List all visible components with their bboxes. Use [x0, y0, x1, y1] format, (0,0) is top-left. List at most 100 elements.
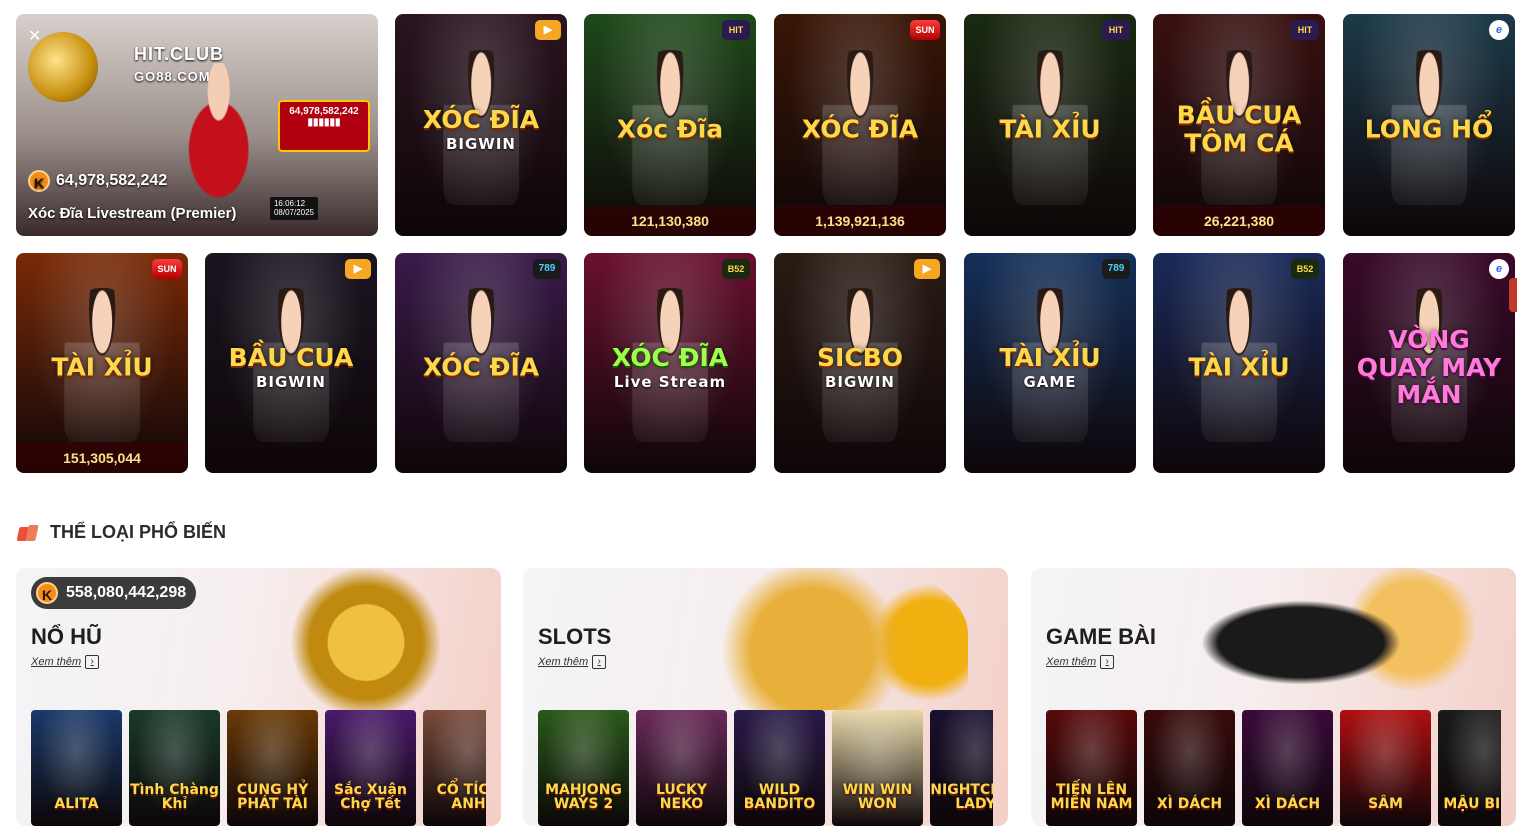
game-title: LONG HỔ [1364, 114, 1494, 144]
category-games: MAHJONG WAYS 2 LUCKY NEKO WILD BANDITO WIN … [538, 710, 993, 826]
game-card[interactable]: ▶ BẦU CUA BIGWIN [205, 253, 377, 473]
game-thumbnail-title: MẬU BINH [1443, 796, 1501, 813]
provider-badge-icon: HIT [1102, 20, 1130, 40]
live-game-title: Xóc Đĩa Livestream (Premier) [28, 205, 237, 222]
category-jackpot: K 558,080,442,298 [31, 577, 197, 609]
category-card-game-bai[interactable]: GAME BÀI Xem thêm › TIẾN LÊN MIỀN NAM XÌ D… [1031, 568, 1516, 826]
game-card[interactable]: e VÒNG QUAY MAY MẮN [1343, 253, 1515, 473]
provider-badge-icon: ▶ [535, 20, 561, 40]
category-games: ALITA Tình Chàng Khỉ CUNG HỶ PHÁT TÀI Sắc X… [31, 710, 486, 826]
provider-badge-icon: ▶ [914, 259, 940, 279]
scroll-handle[interactable] [1509, 278, 1517, 312]
category-name: SLOTS [538, 624, 612, 649]
provider-badge-icon: B52 [1291, 259, 1319, 279]
game-thumbnail-title: CUNG HỶ PHÁT TÀI [236, 781, 309, 813]
provider-badge-icon: SUN [910, 20, 940, 40]
jackpot-value: 26,221,380 [1153, 206, 1325, 236]
provider-badge-icon: HIT [1291, 20, 1319, 40]
game-title: XÓC ĐĨA Live Stream [584, 344, 756, 390]
game-subtitle: BIGWIN [255, 372, 326, 391]
coin-k-icon: K [36, 582, 58, 604]
see-more-link[interactable]: Xem thêm › [1046, 655, 1115, 669]
game-thumbnail[interactable]: NIGHTCLUB LADY [930, 710, 993, 826]
pharaoh-hero-image [271, 568, 461, 710]
provider-badge-icon: HIT [722, 20, 750, 40]
jackpot-value: 1,139,921,136 [774, 206, 946, 236]
arrow-right-icon: › [592, 655, 607, 669]
section-title: THỂ LOẠI PHỔ BIẾN [50, 522, 227, 542]
live-game-card[interactable]: ✕ HIT.CLUB GO88.COM 64,978,582,242 ▮▮▮▮▮▮ … [16, 14, 378, 236]
category-card-no-hu[interactable]: K 558,080,442,298 NỔ HŨ Xem thêm › ALITA T… [16, 568, 501, 826]
game-card[interactable]: SUN TÀI XỈU 151,305,044 [16, 253, 188, 473]
provider-badge-icon: 789 [1102, 259, 1130, 279]
cards-icon [16, 523, 40, 543]
game-thumbnail[interactable]: WIN WIN WON [832, 710, 923, 826]
game-thumbnail-title: TIẾN LÊN MIỀN NAM [1050, 781, 1133, 813]
game-thumbnail[interactable]: ALITA [31, 710, 122, 826]
game-thumbnail[interactable]: CỔ TÍCH ANH [423, 710, 486, 826]
clock-display: 16:06:12 08/07/2025 [269, 196, 318, 220]
game-card[interactable]: ▶ XÓC ĐĨA BIGWIN [395, 14, 567, 236]
game-title: XÓC ĐĨA [801, 114, 919, 144]
game-title: BẦU CUA TÔM CÁ [1176, 100, 1302, 158]
category-games: TIẾN LÊN MIỀN NAM XÌ DÁCH XÌ DÁCH SÂM MẬU BI… [1046, 710, 1501, 826]
category-jackpot-value: 558,080,442,298 [66, 584, 187, 601]
coin-k-icon: K [28, 170, 50, 192]
game-thumbnail[interactable]: XÌ DÁCH [1242, 710, 1333, 826]
game-thumbnail-title: SÂM [1368, 796, 1403, 813]
category-card-slots[interactable]: SLOTS Xem thêm › MAHJONG WAYS 2 LUCKY NEKO… [523, 568, 1008, 826]
game-card[interactable]: B52 XÓC ĐĨA Live Stream [584, 253, 756, 473]
game-thumbnail[interactable]: MAHJONG WAYS 2 [538, 710, 629, 826]
game-thumbnail[interactable]: XÌ DÁCH [1144, 710, 1235, 826]
jackpot-value: 151,305,044 [16, 443, 188, 473]
game-thumbnail[interactable]: CUNG HỶ PHÁT TÀI [227, 710, 318, 826]
see-more-link[interactable]: Xem thêm › [538, 655, 607, 669]
game-title: BẦU CUA BIGWIN [205, 344, 377, 390]
game-card[interactable]: 789 TÀI XỈU GAME [964, 253, 1136, 473]
game-thumbnail-title: WILD BANDITO [743, 781, 816, 813]
provider-badge-icon: ▶ [345, 259, 371, 279]
game-thumbnail-title: MAHJONG WAYS 2 [545, 781, 622, 813]
game-thumbnail[interactable]: MẬU BINH [1438, 710, 1501, 826]
live-jackpot: K 64,978,582,242 [28, 170, 167, 192]
game-thumbnail[interactable]: WILD BANDITO [734, 710, 825, 826]
game-card[interactable]: HIT TÀI XỈU [964, 14, 1136, 236]
speaker-mute-icon[interactable]: ✕ [28, 26, 41, 46]
game-title: TÀI XỈU [1188, 352, 1290, 382]
game-card[interactable]: e LONG HỔ [1343, 14, 1515, 236]
game-card[interactable]: 789 XÓC ĐĨA [395, 253, 567, 473]
game-subtitle: BIGWIN [445, 134, 516, 153]
game-title: TÀI XỈU [51, 352, 153, 382]
cards-hero-image [1196, 568, 1496, 710]
game-card[interactable]: HIT Xóc Đĩa 121,130,380 [584, 14, 756, 236]
provider-badge-icon: e [1489, 259, 1509, 279]
scoreboard: 64,978,582,242 ▮▮▮▮▮▮ [278, 100, 370, 152]
section-header: THỂ LOẠI PHỔ BIẾN [16, 522, 226, 543]
game-card[interactable]: HIT BẦU CUA TÔM CÁ 26,221,380 [1153, 14, 1325, 236]
arrow-right-icon: › [1100, 655, 1115, 669]
game-thumbnail[interactable]: Sắc Xuân Chợ Tết [325, 710, 416, 826]
game-title: XÓC ĐĨA BIGWIN [395, 106, 567, 152]
game-thumbnail[interactable]: LUCKY NEKO [636, 710, 727, 826]
game-subtitle: BIGWIN [824, 372, 895, 391]
game-thumbnail-title: ALITA [54, 796, 99, 813]
game-title: XÓC ĐĨA [422, 352, 540, 382]
live-jackpot-value: 64,978,582,242 [56, 172, 168, 189]
game-card[interactable]: ▶ SICBO BIGWIN [774, 253, 946, 473]
provider-badge-icon: 789 [533, 259, 561, 279]
game-card[interactable]: SUN XÓC ĐĨA 1,139,921,136 [774, 14, 946, 236]
game-subtitle: GAME [1023, 372, 1077, 391]
provider-badge-icon: e [1489, 20, 1509, 40]
game-card[interactable]: B52 TÀI XỈU [1153, 253, 1325, 473]
game-thumbnail-title: XÌ DÁCH [1156, 796, 1223, 813]
game-thumbnail[interactable]: SÂM [1340, 710, 1431, 826]
see-more-link[interactable]: Xem thêm › [31, 655, 100, 669]
game-title: VÒNG QUAY MAY MẮN [1356, 325, 1502, 410]
game-thumbnail[interactable]: TIẾN LÊN MIỀN NAM [1046, 710, 1137, 826]
game-thumbnail[interactable]: Tình Chàng Khỉ [129, 710, 220, 826]
provider-badge-icon: B52 [722, 259, 750, 279]
game-thumbnail-title: Tình Chàng Khỉ [130, 781, 219, 813]
category-name: NỔ HŨ [31, 624, 102, 649]
category-name: GAME BÀI [1046, 624, 1156, 649]
game-thumbnail-title: WIN WIN WON [842, 781, 913, 813]
